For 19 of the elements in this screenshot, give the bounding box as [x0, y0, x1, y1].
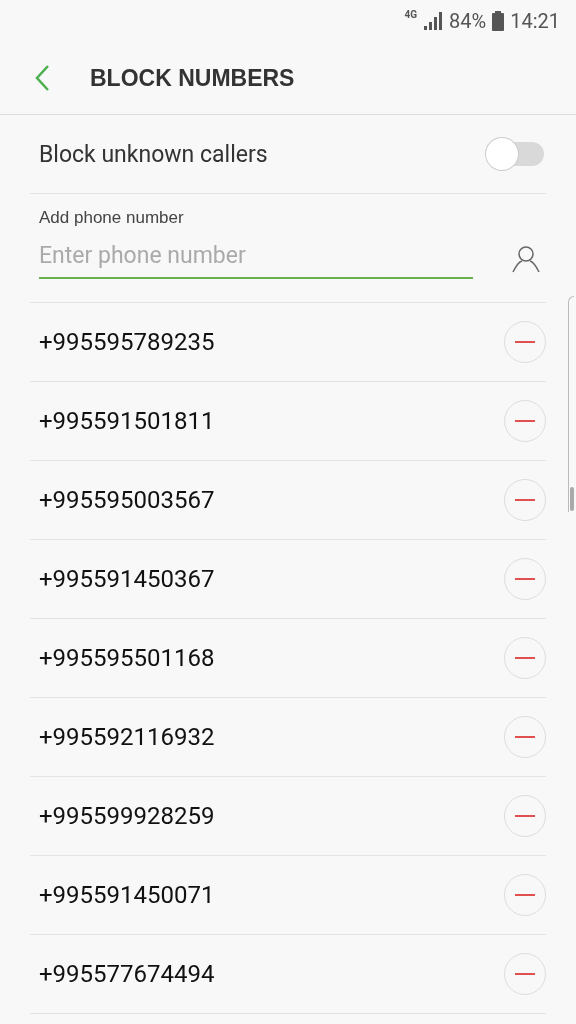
phone-number: +995592116932 — [38, 723, 215, 751]
battery-percent: 84% — [449, 9, 487, 33]
toggle-switch[interactable] — [486, 138, 546, 170]
phone-number: +995595003567 — [38, 486, 215, 514]
phone-number: +995591450367 — [38, 565, 215, 593]
phone-number: +995591501811 — [38, 407, 215, 435]
field-label: Add phone number — [39, 208, 185, 228]
page-title: BLOCK NUMBERS — [90, 64, 295, 92]
network-label: 4G — [404, 10, 418, 20]
phone-number: +995591450071 — [38, 881, 215, 909]
setting-label: Block unknown callers — [38, 140, 268, 168]
signal-icon — [423, 11, 444, 31]
phone-input-field[interactable]: Enter phone number — [39, 238, 473, 279]
phone-number: +995595501168 — [38, 644, 215, 672]
clock: 14:21 — [510, 9, 560, 33]
phone-number: +995577674494 — [38, 960, 215, 988]
phone-number: +995599928259 — [38, 802, 215, 830]
phone-number: +995595789235 — [38, 328, 215, 356]
battery-icon — [492, 11, 505, 31]
